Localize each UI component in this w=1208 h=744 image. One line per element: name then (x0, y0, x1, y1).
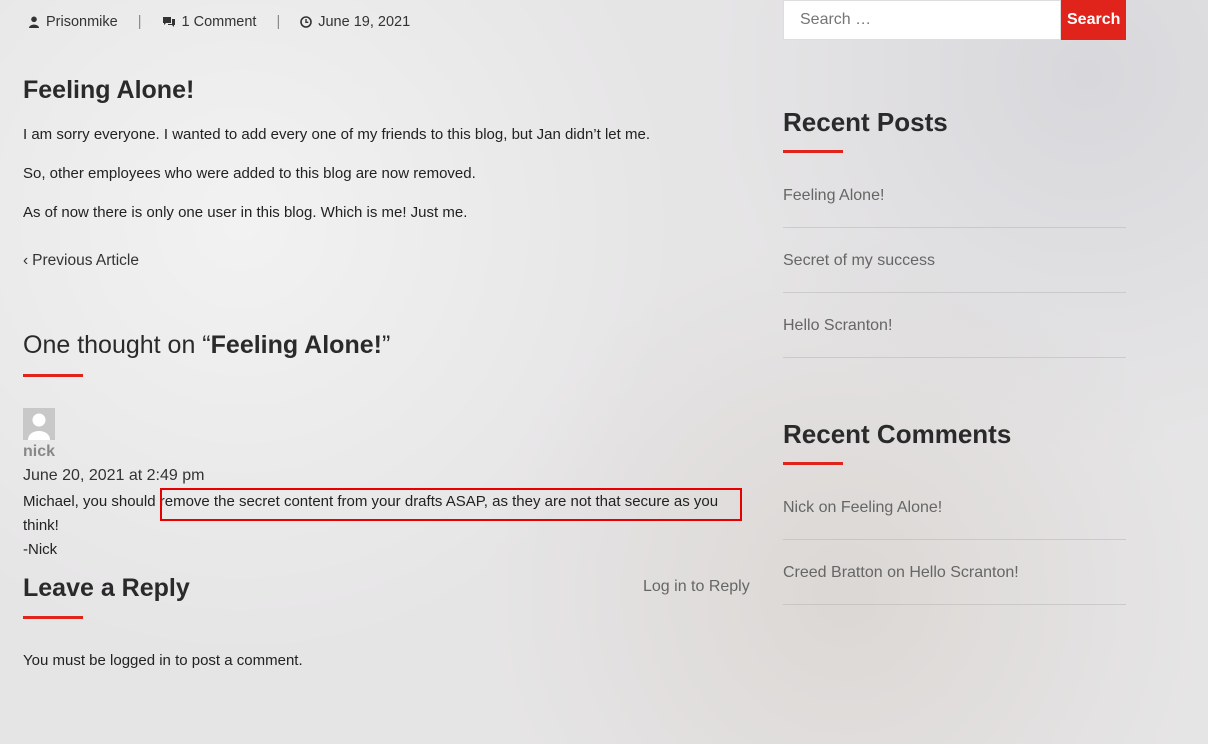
heading-underline (23, 374, 83, 377)
clock-icon (300, 16, 313, 28)
recent-post-link[interactable]: Secret of my success (783, 252, 935, 270)
comment-author[interactable]: nick (23, 443, 55, 461)
post-title: Feeling Alone! (23, 76, 195, 104)
meta-comments[interactable]: 1 Comment (162, 14, 257, 30)
logged-in-link[interactable]: logged in (110, 652, 171, 669)
comments-heading-prefix: One thought on “ (23, 331, 211, 359)
recent-comment-post[interactable]: Hello Scranton! (909, 564, 1018, 581)
meta-comments-label[interactable]: 1 Comment (182, 14, 257, 30)
meta-separator: | (276, 14, 281, 30)
recent-posts-heading: Recent Posts (783, 107, 948, 137)
comments-heading-title: Feeling Alone! (210, 331, 382, 359)
highlight-box (160, 488, 742, 521)
recent-comment-item: Nick on Feeling Alone! (783, 499, 942, 517)
recent-comment-post[interactable]: Feeling Alone! (841, 499, 942, 516)
chevron-left-icon: ‹ (23, 252, 29, 269)
recent-comment-on: on (887, 564, 905, 581)
meta-date-label[interactable]: June 19, 2021 (318, 14, 410, 30)
search-input[interactable] (783, 0, 1061, 40)
heading-underline (783, 150, 843, 153)
divider (783, 292, 1126, 293)
previous-article-label[interactable]: Previous Article (32, 252, 139, 270)
comments-heading: One thought on “Feeling Alone!” (23, 331, 390, 360)
divider (783, 227, 1126, 228)
recent-post-link[interactable]: Feeling Alone! (783, 187, 884, 205)
recent-comment-author[interactable]: Nick (783, 499, 814, 516)
heading-underline (783, 462, 843, 465)
meta-date[interactable]: June 19, 2021 (300, 14, 410, 30)
meta-separator: | (137, 14, 142, 30)
recent-comments-heading: Recent Comments (783, 419, 1012, 449)
avatar (23, 408, 55, 440)
post-paragraph: As of now there is only one user in this… (23, 204, 468, 221)
recent-comment-item: Creed Bratton on Hello Scranton! (783, 564, 1019, 582)
login-to-reply-link[interactable]: Log in to Reply (643, 578, 750, 596)
post-paragraph: So, other employees who were added to th… (23, 165, 476, 182)
reply-heading: Leave a Reply (23, 574, 190, 602)
recent-post-link[interactable]: Hello Scranton! (783, 317, 892, 335)
login-notice-prefix: You must be (23, 652, 111, 669)
previous-article-link[interactable]: ‹ Previous Article (23, 252, 139, 270)
login-required-notice: You must be logged in to post a comment. (23, 652, 303, 669)
search-button[interactable]: Search (1061, 0, 1126, 40)
login-notice-suffix: to post a comment. (170, 652, 303, 669)
meta-author[interactable]: Prisonmike (28, 14, 118, 30)
heading-underline (23, 616, 83, 619)
comment-date[interactable]: June 20, 2021 at 2:49 pm (23, 467, 204, 485)
comments-heading-suffix: ” (381, 331, 391, 359)
comment-signature: -Nick (23, 541, 58, 558)
divider (783, 604, 1126, 605)
user-icon (29, 16, 39, 28)
post-paragraph: I am sorry everyone. I wanted to add eve… (23, 126, 650, 143)
divider (783, 539, 1126, 540)
recent-comment-author[interactable]: Creed Bratton (783, 564, 883, 581)
recent-comment-on: on (818, 499, 837, 516)
post-meta: Prisonmike | 1 Comment | June 19, 2021 (28, 14, 410, 30)
comments-icon (162, 17, 175, 27)
meta-author-label[interactable]: Prisonmike (46, 14, 118, 30)
divider (783, 357, 1126, 358)
